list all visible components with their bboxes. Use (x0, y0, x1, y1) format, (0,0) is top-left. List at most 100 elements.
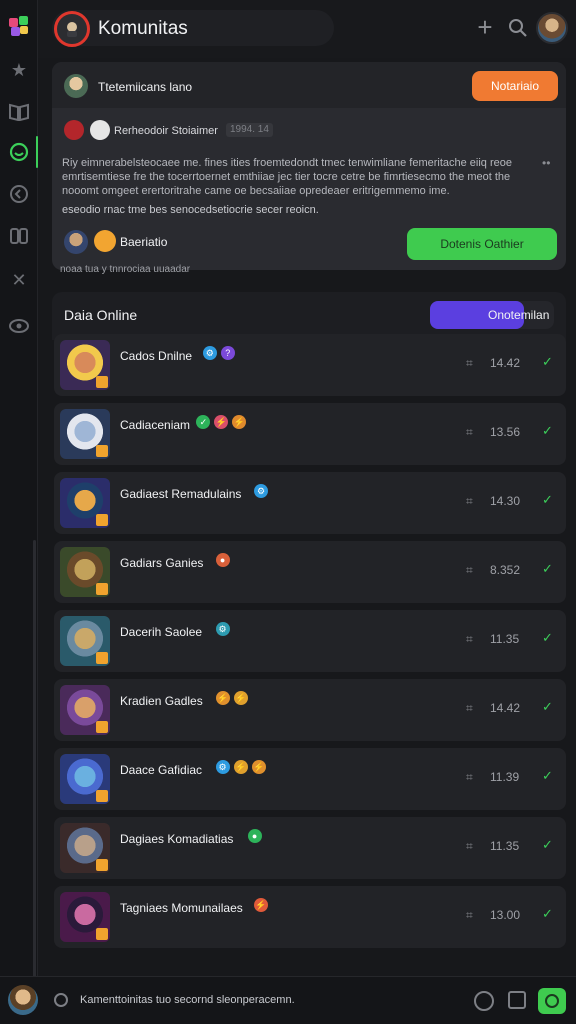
target-icon[interactable] (474, 991, 494, 1011)
header: Komunitas + (38, 0, 576, 58)
check-icon[interactable]: ✓ (542, 561, 553, 577)
check-icon[interactable]: ✓ (542, 906, 553, 922)
list-item-badges: ⚡ ⚡ (215, 691, 248, 705)
status-badge-icon: ⚡ (215, 691, 230, 705)
window-icon[interactable] (508, 991, 526, 1009)
post-user-avatar[interactable] (64, 230, 88, 254)
list-item-value: 14.30 (490, 494, 521, 508)
back-circle-icon[interactable] (7, 182, 31, 206)
bottom-user-avatar[interactable] (8, 985, 38, 1015)
list-item-badges: ✓ ⚡ ⚡ (196, 415, 247, 429)
group-icon (64, 120, 84, 140)
list-item[interactable]: Gadiars Ganies ● ⌗ 8.352 ✓ (54, 541, 566, 603)
online-section-title: Daia Online (64, 307, 138, 323)
list-item[interactable]: Kradien Gadles ⚡ ⚡ ⌗ 14.42 ✓ (54, 679, 566, 741)
list-item[interactable]: Cadiaceniam ✓ ⚡ ⚡ ⌗ 13.56 ✓ (54, 403, 566, 465)
sidebar-scrollbar[interactable] (33, 540, 36, 980)
status-badge-icon: ● (215, 553, 230, 567)
hash-icon: ⌗ (466, 701, 473, 715)
hash-icon: ⌗ (466, 563, 473, 577)
tools-icon[interactable]: ✕ (7, 268, 31, 292)
game-thumbnail (60, 340, 110, 390)
check-icon[interactable]: ✓ (542, 699, 553, 715)
list-item-name: Kradien Gadles (120, 694, 203, 708)
check-icon[interactable]: ✓ (542, 837, 553, 853)
book-icon[interactable] (7, 100, 31, 124)
game-thumbnail (60, 685, 110, 735)
list-item-value: 14.42 (490, 356, 521, 370)
thumbnail-badge-icon (96, 928, 108, 940)
check-icon[interactable]: ✓ (542, 630, 553, 646)
check-icon[interactable]: ✓ (542, 768, 553, 784)
status-badge-icon: ✓ (196, 415, 211, 429)
post-user-name[interactable]: Baeriatio (120, 235, 167, 249)
list-item-name: Gadiars Ganies (120, 556, 204, 570)
online-toggle[interactable]: Onotemilan (430, 301, 554, 329)
community-logo-icon[interactable] (54, 11, 90, 47)
post-title: Ttetemiicans lano (98, 80, 193, 94)
list-item-badges: ● (215, 553, 230, 567)
app-logo-icon[interactable] (7, 14, 31, 38)
search-icon[interactable] (506, 16, 530, 40)
hash-icon: ⌗ (466, 494, 473, 508)
post-author-avatar[interactable] (64, 74, 88, 98)
go-button[interactable] (538, 988, 566, 1014)
list-item-value: 11.35 (490, 632, 520, 646)
check-icon[interactable]: ✓ (542, 492, 553, 508)
status-badge-icon: ⚙ (202, 346, 217, 360)
hash-icon: ⌗ (466, 770, 473, 784)
list-item-value: 13.56 (490, 425, 521, 439)
list-item[interactable]: Tagniaes Momunailaes ⚡ ⌗ 13.00 ✓ (54, 886, 566, 948)
post-sub-tag: 1994. 14 (226, 123, 273, 137)
game-thumbnail (60, 823, 110, 873)
status-badge-icon: ⚡ (233, 691, 248, 705)
sidebar-active-indicator (36, 136, 38, 168)
list-item-badges: ● (247, 829, 262, 843)
status-badge-icon: ⚡ (214, 415, 229, 429)
hash-icon: ⌗ (466, 908, 473, 922)
star-icon[interactable]: ★ (7, 58, 31, 82)
follow-button[interactable]: Notariaio (472, 71, 558, 101)
list-item[interactable]: Cados Dnilne ⚙? ⌗ 14.42 ✓ (54, 334, 566, 396)
post-body: Riy eimnerabelsteocaee me. fines ities f… (62, 157, 512, 197)
game-thumbnail (60, 754, 110, 804)
list-item[interactable]: Gadiaest Remadulains ⚙ ⌗ 14.30 ✓ (54, 472, 566, 534)
list-item-badges: ⚙? (202, 346, 235, 360)
list-item-value: 14.42 (490, 701, 521, 715)
game-thumbnail (60, 892, 110, 942)
controller-icon[interactable] (7, 224, 31, 248)
list-item-value: 8.352 (490, 563, 521, 577)
add-icon[interactable]: + (472, 14, 498, 40)
list-item-name: Dacerih Saolee (120, 625, 203, 639)
list-item[interactable]: Dacerih Saolee ⚙ ⌗ 11.35 ✓ (54, 610, 566, 672)
sidebar: ★ ✕ (0, 0, 38, 1024)
list-item[interactable]: Daace Gafidiac ⚙ ⚡ ⚡ ⌗ 11.39 ✓ (54, 748, 566, 810)
post-body-secondary: eseodio rnac tme bes senocedsetiocrie se… (62, 204, 319, 216)
game-thumbnail (60, 409, 110, 459)
more-icon[interactable]: •• (542, 156, 550, 170)
chat-icon[interactable] (7, 140, 31, 164)
thumbnail-badge-icon (96, 583, 108, 595)
status-icon[interactable] (54, 993, 68, 1007)
list-item[interactable]: Dagiaes Komadiatias ● ⌗ 11.35 ✓ (54, 817, 566, 879)
page-title: Komunitas (98, 18, 188, 39)
status-badge-icon: ⚙ (254, 484, 268, 498)
user-avatar[interactable] (536, 12, 568, 44)
list-item-value: 13.00 (490, 908, 521, 922)
online-toggle-label: Onotemilan (488, 308, 550, 322)
check-icon[interactable]: ✓ (542, 423, 553, 439)
game-thumbnail (60, 478, 110, 528)
hash-icon: ⌗ (466, 356, 473, 370)
game-thumbnail (60, 547, 110, 597)
join-button[interactable]: Dotenis Oathier (407, 228, 557, 260)
list-item-name: Gadiaest Remadulains (120, 487, 242, 501)
user-badge-icon (94, 230, 116, 252)
list-item-value: 11.35 (490, 839, 520, 853)
check-icon[interactable]: ✓ (542, 354, 553, 370)
eye-icon[interactable] (7, 314, 31, 338)
bottom-status-text: Kamenttoinitas tuo secornd sleonperacemn… (80, 994, 295, 1006)
thumbnail-badge-icon (96, 376, 108, 388)
status-badge-icon: ⚡ (251, 760, 266, 774)
game-thumbnail (60, 616, 110, 666)
status-badge-icon: ⚡ (254, 898, 268, 912)
